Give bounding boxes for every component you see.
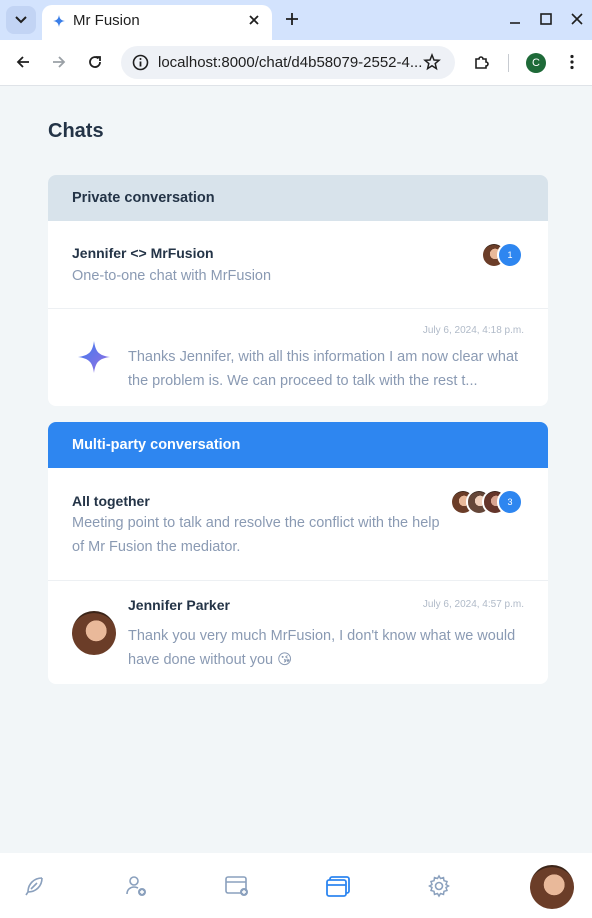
private-last-message[interactable]: July 6, 2024, 4:18 p.m. Thanks Jennifer,… (48, 309, 548, 406)
browser-tab-bar: Mr Fusion (0, 0, 592, 40)
site-info-icon[interactable] (132, 54, 149, 71)
multi-party-chat-item[interactable]: All together Meeting point to talk and r… (48, 468, 548, 581)
settings-icon[interactable] (427, 874, 451, 898)
chevron-down-icon (15, 16, 27, 24)
participant-count-badge: 1 (497, 242, 523, 268)
url-text: localhost:8000/chat/d4b58079-2552-4... (158, 54, 423, 71)
feather-icon[interactable] (22, 874, 46, 898)
private-chat-item[interactable]: Jennifer <> MrFusion One-to-one chat wit… (48, 221, 548, 309)
address-bar[interactable]: localhost:8000/chat/d4b58079-2552-4... (121, 46, 455, 79)
chat-title: All together (72, 493, 150, 509)
chat-description: One-to-one chat with MrFusion (72, 268, 272, 284)
add-user-icon[interactable] (124, 874, 148, 898)
browser-tab[interactable]: Mr Fusion (42, 5, 272, 40)
tab-title: Mr Fusion (73, 12, 140, 29)
private-conversation-header: Private conversation (48, 175, 548, 221)
page-title: Chats (48, 120, 104, 142)
bottom-navigation (0, 853, 592, 918)
forward-arrow-icon[interactable] (50, 53, 68, 71)
new-chat-icon[interactable] (224, 874, 250, 898)
bookmark-star-icon[interactable] (423, 53, 441, 71)
tab-search-button[interactable] (6, 6, 36, 34)
user-avatar[interactable] (530, 865, 574, 909)
toolbar-separator (508, 54, 509, 72)
message-text: Thanks Jennifer, with all this informati… (128, 349, 519, 389)
chats-icon[interactable] (325, 874, 351, 898)
message-timestamp: July 6, 2024, 4:18 p.m. (422, 325, 524, 336)
message-text: Thank you very much MrFusion, I don't kn… (128, 628, 516, 668)
maximize-icon[interactable] (539, 12, 553, 26)
app-content: Chats Private conversation Jennifer <> M… (0, 87, 592, 853)
author-avatar (72, 611, 116, 655)
sparkle-favicon-icon (53, 15, 65, 27)
more-menu-icon[interactable] (563, 53, 581, 71)
mrfusion-sparkle-icon (78, 341, 110, 373)
multi-party-conversation-header: Multi-party conversation (48, 422, 548, 468)
close-icon[interactable] (247, 13, 261, 27)
message-timestamp: July 6, 2024, 4:57 p.m. (422, 599, 524, 610)
extensions-icon[interactable] (473, 53, 491, 71)
profile-avatar[interactable]: C (526, 53, 546, 73)
back-arrow-icon[interactable] (14, 53, 32, 71)
minimize-icon[interactable] (508, 12, 522, 26)
multi-party-conversation-card: Multi-party conversation All together Me… (48, 422, 548, 684)
browser-toolbar: localhost:8000/chat/d4b58079-2552-4... C (0, 40, 592, 86)
multi-party-last-message[interactable]: Jennifer Parker July 6, 2024, 4:57 p.m. … (48, 581, 548, 684)
private-conversation-card: Private conversation Jennifer <> MrFusio… (48, 175, 548, 406)
close-window-icon[interactable] (570, 12, 584, 26)
message-author: Jennifer Parker (128, 597, 230, 613)
chat-description: Meeting point to talk and resolve the co… (72, 515, 440, 555)
chat-title: Jennifer <> MrFusion (72, 245, 214, 261)
reload-icon[interactable] (86, 53, 104, 71)
participant-count-badge: 3 (497, 489, 523, 515)
new-tab-icon[interactable] (283, 10, 301, 28)
